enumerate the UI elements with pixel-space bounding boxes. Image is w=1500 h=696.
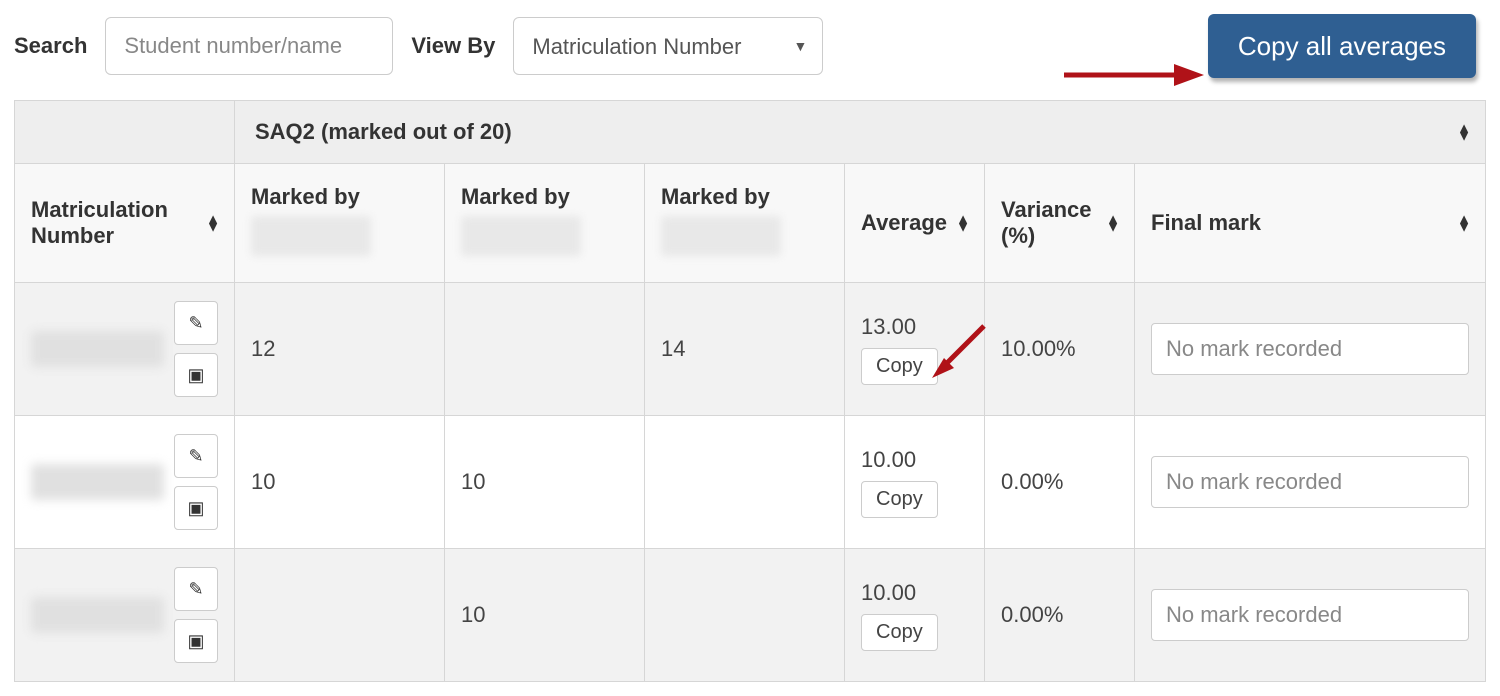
col-variance[interactable]: Variance (%) ▲▼: [985, 164, 1135, 283]
mark-cell: 10: [445, 416, 645, 549]
pencil-icon: ✎: [188, 313, 203, 334]
archive-icon: ▣: [187, 631, 204, 652]
variance-value: 10.00%: [985, 283, 1135, 416]
col-label: Variance (%): [1001, 197, 1092, 248]
expand-icon[interactable]: ▲▼: [1457, 124, 1471, 141]
col-label: Marked by: [461, 184, 628, 210]
mark-cell: 10: [235, 416, 445, 549]
edit-button[interactable]: ✎: [174, 567, 218, 611]
variance-value: 0.00%: [985, 416, 1135, 549]
redacted-marker-name: [251, 216, 371, 256]
average-value: 10.00: [861, 580, 916, 606]
average-value: 13.00: [861, 314, 916, 340]
mark-cell: [645, 416, 845, 549]
redacted-marker-name: [661, 216, 781, 256]
table-body: ✎ ▣ 12 14 13.00 Copy 10.00%: [15, 283, 1486, 682]
chevron-down-icon[interactable]: ▼: [1468, 590, 1469, 640]
table-row: ✎ ▣ 10 10.00 Copy 0.00%: [15, 549, 1486, 682]
table-row: ✎ ▣ 12 14 13.00 Copy 10.00%: [15, 283, 1486, 416]
redacted-matric-number: [31, 464, 164, 500]
copy-average-button[interactable]: Copy: [861, 614, 938, 651]
view-by-select[interactable]: Matriculation Number: [513, 17, 823, 75]
pencil-icon: ✎: [188, 446, 203, 467]
col-marker-1[interactable]: Marked by: [235, 164, 445, 283]
col-label: Matriculation Number: [31, 197, 168, 248]
pencil-icon: ✎: [188, 579, 203, 600]
col-final-mark[interactable]: Final mark ▲▼: [1135, 164, 1486, 283]
search-label: Search: [14, 33, 87, 59]
copy-average-button[interactable]: Copy: [861, 348, 938, 385]
group-header-label: SAQ2 (marked out of 20): [255, 119, 512, 144]
final-mark-input[interactable]: [1152, 590, 1468, 640]
redacted-matric-number: [31, 597, 164, 633]
archive-icon: ▣: [187, 365, 204, 386]
edit-button[interactable]: ✎: [174, 301, 218, 345]
blank-group-header: [15, 101, 235, 164]
archive-button[interactable]: ▣: [174, 486, 218, 530]
col-label: Marked by: [661, 184, 828, 210]
mark-cell: 12: [235, 283, 445, 416]
col-marker-2[interactable]: Marked by: [445, 164, 645, 283]
archive-button[interactable]: ▣: [174, 353, 218, 397]
variance-value: 0.00%: [985, 549, 1135, 682]
mark-cell: [445, 283, 645, 416]
chevron-down-icon[interactable]: ▼: [1468, 457, 1469, 507]
mark-cell: [645, 549, 845, 682]
archive-icon: ▣: [187, 498, 204, 519]
col-matriculation[interactable]: Matriculation Number ▲▼: [15, 164, 235, 283]
mark-cell: 10: [445, 549, 645, 682]
view-by-label: View By: [411, 33, 495, 59]
toolbar: Search View By Matriculation Number ▼ Co…: [14, 14, 1486, 78]
copy-all-averages-button[interactable]: Copy all averages: [1208, 14, 1476, 78]
search-input[interactable]: [105, 17, 393, 75]
col-marker-3[interactable]: Marked by: [645, 164, 845, 283]
average-value: 10.00: [861, 447, 916, 473]
redacted-marker-name: [461, 216, 581, 256]
mark-cell: 14: [645, 283, 845, 416]
col-label: Average: [861, 210, 947, 235]
chevron-down-icon[interactable]: ▼: [1468, 324, 1469, 374]
mark-cell: [235, 549, 445, 682]
table-row: ✎ ▣ 10 10 10.00 Copy 0.00%: [15, 416, 1486, 549]
final-mark-input[interactable]: [1152, 324, 1468, 374]
final-mark-input[interactable]: [1152, 457, 1468, 507]
final-mark-combobox[interactable]: ▼: [1151, 589, 1469, 641]
edit-button[interactable]: ✎: [174, 434, 218, 478]
col-label: Final mark: [1151, 210, 1261, 235]
question-group-header[interactable]: SAQ2 (marked out of 20) ▲▼: [235, 101, 1486, 164]
sort-icon[interactable]: ▲▼: [206, 215, 220, 232]
sort-icon[interactable]: ▲▼: [1106, 215, 1120, 232]
col-label: Marked by: [251, 184, 428, 210]
redacted-matric-number: [31, 331, 164, 367]
final-mark-combobox[interactable]: ▼: [1151, 323, 1469, 375]
sort-icon[interactable]: ▲▼: [956, 215, 970, 232]
final-mark-combobox[interactable]: ▼: [1151, 456, 1469, 508]
archive-button[interactable]: ▣: [174, 619, 218, 663]
sort-icon[interactable]: ▲▼: [1457, 215, 1471, 232]
marks-table: SAQ2 (marked out of 20) ▲▼ Matriculation…: [14, 100, 1486, 682]
col-average[interactable]: Average ▲▼: [845, 164, 985, 283]
copy-average-button[interactable]: Copy: [861, 481, 938, 518]
